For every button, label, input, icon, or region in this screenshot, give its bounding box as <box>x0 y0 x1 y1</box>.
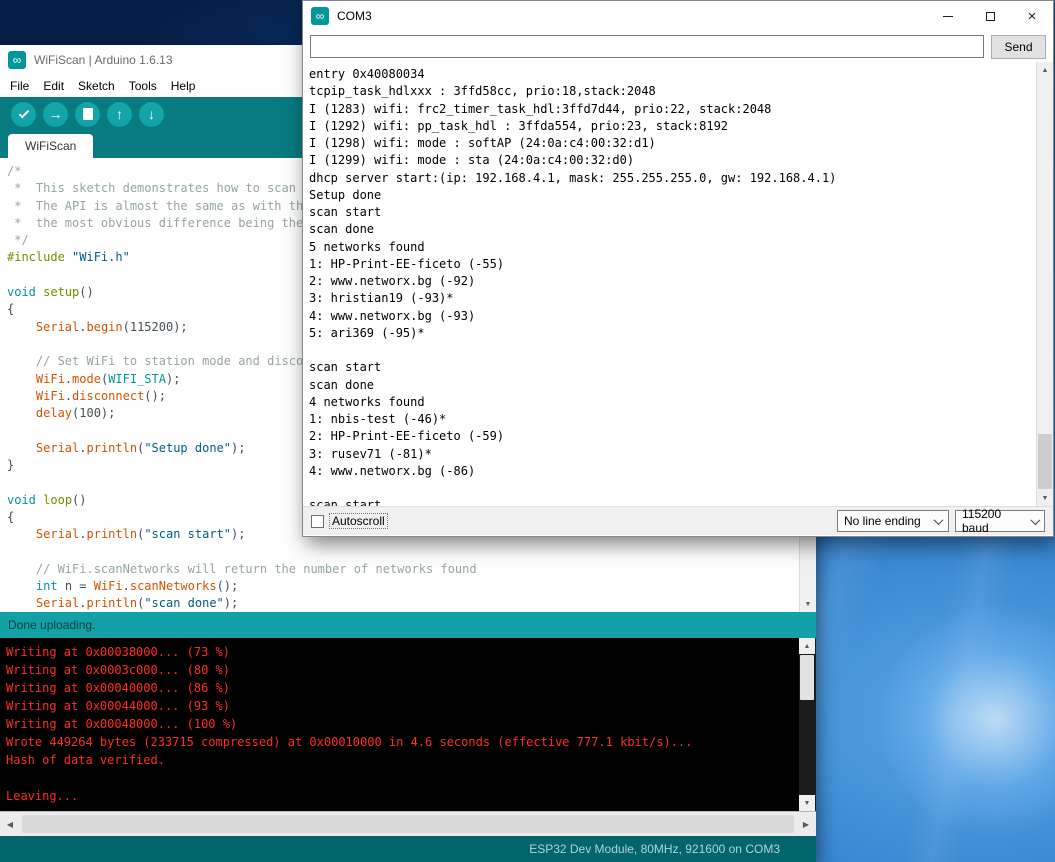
scroll-up-icon[interactable]: ▲ <box>799 638 815 654</box>
serial-send-input[interactable] <box>310 35 984 58</box>
tab-wifiscan[interactable]: WiFiScan <box>8 134 93 158</box>
down-arrow-icon: ↓ <box>148 107 155 121</box>
arduino-logo-icon: ∞ <box>311 7 329 25</box>
minimize-button[interactable] <box>927 1 969 31</box>
baud-rate-dropdown[interactable]: 115200 baud <box>955 510 1045 532</box>
save-sketch-button[interactable]: ↓ <box>139 102 164 127</box>
close-icon: × <box>1028 9 1037 24</box>
line-ending-dropdown[interactable]: No line ending <box>837 510 949 532</box>
line-ending-value: No line ending <box>844 514 921 528</box>
serial-output-area[interactable]: entry 0x40080034 tcpip_task_hdlxxx : 3ff… <box>303 62 1053 506</box>
console-scrollbar[interactable]: ▲ ▼ <box>799 638 816 811</box>
hscroll-thumb[interactable] <box>22 815 794 833</box>
console-output-text: Writing at 0x00038000... (73 %) Writing … <box>0 638 816 805</box>
screen: ∞ WiFiScan | Arduino 1.6.13 FileEditSket… <box>0 0 1055 862</box>
serial-input-row: Send <box>303 31 1053 62</box>
serial-bottom-bar: Autoscroll No line ending 115200 baud <box>303 506 1053 535</box>
open-sketch-button[interactable]: ↑ <box>107 102 132 127</box>
maximize-button[interactable] <box>969 1 1011 31</box>
code-line: // WiFi.scanNetworks will return the num… <box>7 561 792 578</box>
console-horizontal-scrollbar[interactable]: ◀ ▶ <box>0 811 816 836</box>
serial-monitor-window: ∞ COM3 × Send entry 0x40080034 tcpip_tas… <box>302 0 1054 537</box>
scroll-left-icon[interactable]: ◀ <box>0 812 20 836</box>
upload-button[interactable]: → <box>43 102 68 127</box>
new-sketch-button[interactable] <box>75 102 100 127</box>
right-arrow-icon: → <box>49 107 63 121</box>
serial-scrollbar-thumb[interactable] <box>1038 434 1052 489</box>
code-line <box>7 544 792 561</box>
ide-window-title: WiFiScan | Arduino 1.6.13 <box>34 53 173 67</box>
code-line: Serial.println("scan done"); <box>7 595 792 612</box>
menu-help[interactable]: Help <box>164 79 203 93</box>
status-message: Done uploading. <box>8 618 95 632</box>
verify-button[interactable] <box>11 102 36 127</box>
scroll-down-icon[interactable]: ▼ <box>800 596 816 612</box>
code-line: int n = WiFi.scanNetworks(); <box>7 578 792 595</box>
ide-console[interactable]: Writing at 0x00038000... (73 %) Writing … <box>0 638 816 811</box>
up-arrow-icon: ↑ <box>116 107 123 121</box>
close-button[interactable]: × <box>1011 1 1053 31</box>
menu-sketch[interactable]: Sketch <box>71 79 122 93</box>
serial-titlebar[interactable]: ∞ COM3 × <box>303 1 1053 31</box>
chevron-down-icon <box>1030 515 1040 525</box>
minimize-icon <box>943 16 953 17</box>
console-scrollbar-thumb[interactable] <box>800 655 814 700</box>
autoscroll-label[interactable]: Autoscroll <box>330 514 387 528</box>
ide-status-bar: Done uploading. <box>0 612 816 638</box>
autoscroll-checkbox[interactable] <box>311 515 324 528</box>
maximize-icon <box>986 12 995 21</box>
menu-tools[interactable]: Tools <box>122 79 164 93</box>
window-controls: × <box>927 1 1053 31</box>
wallpaper-light-flare <box>880 605 1055 835</box>
arduino-logo-icon: ∞ <box>8 51 26 69</box>
scroll-down-icon[interactable]: ▼ <box>799 795 815 811</box>
scroll-up-icon[interactable]: ▲ <box>1037 62 1053 78</box>
send-button[interactable]: Send <box>991 35 1046 59</box>
serial-output-text: entry 0x40080034 tcpip_task_hdlxxx : 3ff… <box>303 62 1053 506</box>
serial-window-title: COM3 <box>337 9 372 23</box>
scroll-right-icon[interactable]: ▶ <box>796 812 816 836</box>
baud-rate-value: 115200 baud <box>962 507 1026 535</box>
serial-scrollbar[interactable]: ▲ ▼ <box>1036 62 1053 506</box>
board-port-status: ESP32 Dev Module, 80MHz, 921600 on COM3 <box>529 842 780 856</box>
scroll-down-icon[interactable]: ▼ <box>1037 490 1053 506</box>
menu-file[interactable]: File <box>3 79 36 93</box>
check-icon <box>18 107 29 118</box>
chevron-down-icon <box>934 515 944 525</box>
ide-bottom-bar: ESP32 Dev Module, 80MHz, 921600 on COM3 <box>0 836 816 862</box>
menu-edit[interactable]: Edit <box>36 79 71 93</box>
document-icon <box>83 108 93 120</box>
